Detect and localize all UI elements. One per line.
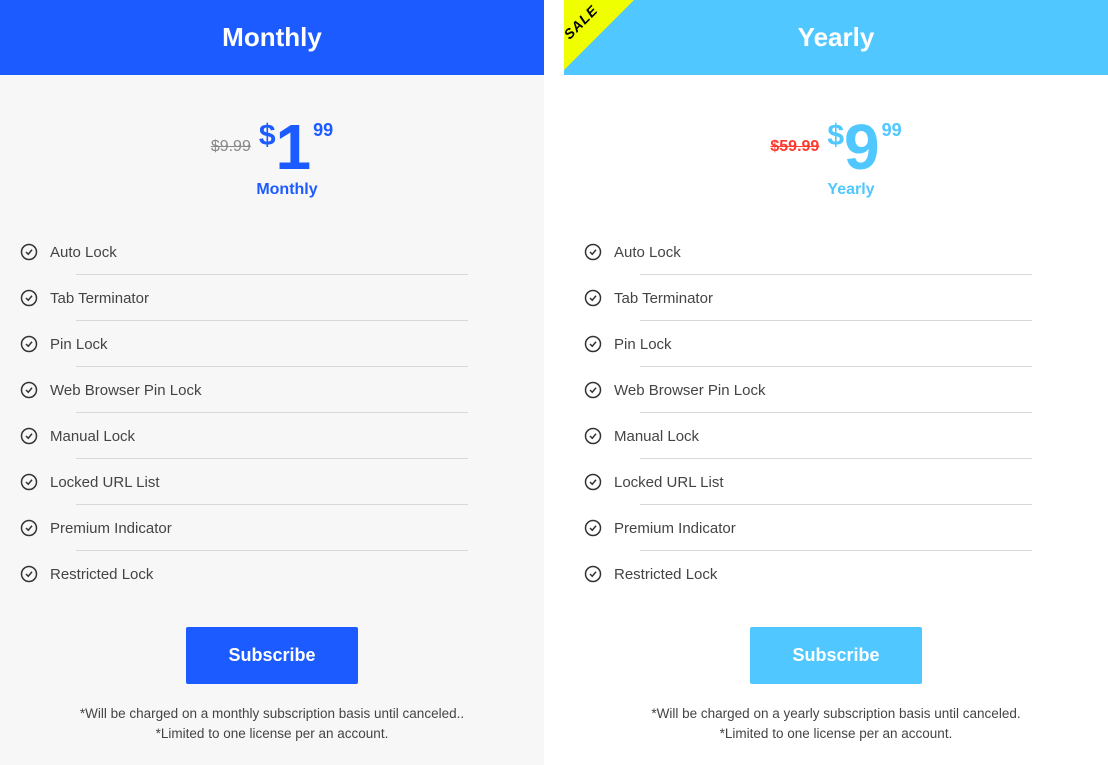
check-circle-icon <box>584 427 602 445</box>
monthly-header: Monthly <box>0 0 544 75</box>
feature-label: Tab Terminator <box>614 290 713 307</box>
feature-item: Restricted Lock <box>584 551 1088 597</box>
yearly-features: Auto Lock Tab Terminator Pin Lock Web Br… <box>564 219 1108 617</box>
price-cents: 99 <box>882 121 902 139</box>
check-circle-icon <box>584 243 602 261</box>
feature-label: Restricted Lock <box>50 566 153 583</box>
yearly-header: Yearly <box>564 0 1108 75</box>
yearly-price-box: $59.99 $ 9 99 Yearly <box>564 75 1108 219</box>
price-amount: 9 <box>844 115 880 179</box>
check-circle-icon <box>584 565 602 583</box>
note-line2: *Limited to one license per an account. <box>156 726 389 741</box>
note-line2: *Limited to one license per an account. <box>720 726 953 741</box>
monthly-plan-card: Monthly $9.99 $ 1 99 Monthly Auto Lock T… <box>0 0 544 765</box>
feature-label: Web Browser Pin Lock <box>50 382 201 399</box>
feature-label: Web Browser Pin Lock <box>614 382 765 399</box>
yearly-note: *Will be charged on a yearly subscriptio… <box>564 704 1108 765</box>
monthly-price: $ 1 99 <box>259 115 333 179</box>
feature-label: Premium Indicator <box>614 520 736 537</box>
feature-item: Web Browser Pin Lock <box>20 367 524 413</box>
check-circle-icon <box>20 335 38 353</box>
feature-item: Manual Lock <box>584 413 1088 459</box>
feature-label: Tab Terminator <box>50 290 149 307</box>
yearly-period: Yearly <box>594 181 1108 199</box>
feature-item: Manual Lock <box>20 413 524 459</box>
feature-label: Locked URL List <box>50 474 160 491</box>
feature-item: Pin Lock <box>584 321 1088 367</box>
monthly-subscribe-wrap: Subscribe <box>0 617 544 704</box>
note-line1: *Will be charged on a yearly subscriptio… <box>651 706 1020 721</box>
check-circle-icon <box>20 243 38 261</box>
feature-item: Auto Lock <box>20 229 524 275</box>
feature-label: Auto Lock <box>614 244 681 261</box>
price-amount: 1 <box>276 115 312 179</box>
monthly-note: *Will be charged on a monthly subscripti… <box>0 704 544 765</box>
feature-item: Auto Lock <box>584 229 1088 275</box>
monthly-subscribe-button[interactable]: Subscribe <box>186 627 357 684</box>
feature-item: Tab Terminator <box>584 275 1088 321</box>
feature-item: Pin Lock <box>20 321 524 367</box>
feature-item: Restricted Lock <box>20 551 524 597</box>
feature-label: Manual Lock <box>50 428 135 445</box>
yearly-subscribe-button[interactable]: Subscribe <box>750 627 921 684</box>
feature-label: Pin Lock <box>50 336 108 353</box>
currency-symbol: $ <box>827 121 844 151</box>
check-circle-icon <box>584 519 602 537</box>
monthly-price-box: $9.99 $ 1 99 Monthly <box>0 75 544 219</box>
feature-item: Premium Indicator <box>20 505 524 551</box>
currency-symbol: $ <box>259 121 276 151</box>
feature-label: Premium Indicator <box>50 520 172 537</box>
feature-item: Locked URL List <box>584 459 1088 505</box>
check-circle-icon <box>584 335 602 353</box>
note-line1: *Will be charged on a monthly subscripti… <box>80 706 464 721</box>
check-circle-icon <box>20 473 38 491</box>
feature-item: Locked URL List <box>20 459 524 505</box>
feature-label: Restricted Lock <box>614 566 717 583</box>
yearly-price: $ 9 99 <box>827 115 901 179</box>
feature-label: Locked URL List <box>614 474 724 491</box>
pricing-container: Monthly $9.99 $ 1 99 Monthly Auto Lock T… <box>0 0 1108 765</box>
feature-item: Web Browser Pin Lock <box>584 367 1088 413</box>
feature-item: Tab Terminator <box>20 275 524 321</box>
yearly-subscribe-wrap: Subscribe <box>564 617 1108 704</box>
monthly-features: Auto Lock Tab Terminator Pin Lock Web Br… <box>0 219 544 617</box>
check-circle-icon <box>20 565 38 583</box>
feature-label: Manual Lock <box>614 428 699 445</box>
check-circle-icon <box>584 289 602 307</box>
check-circle-icon <box>20 289 38 307</box>
feature-item: Premium Indicator <box>584 505 1088 551</box>
feature-label: Pin Lock <box>614 336 672 353</box>
check-circle-icon <box>584 381 602 399</box>
check-circle-icon <box>584 473 602 491</box>
yearly-old-price: $59.99 <box>770 138 819 156</box>
feature-label: Auto Lock <box>50 244 117 261</box>
price-cents: 99 <box>313 121 333 139</box>
monthly-old-price: $9.99 <box>211 138 251 156</box>
check-circle-icon <box>20 519 38 537</box>
check-circle-icon <box>20 381 38 399</box>
check-circle-icon <box>20 427 38 445</box>
yearly-plan-card: SALE Yearly $59.99 $ 9 99 Yearly Auto Lo… <box>564 0 1108 765</box>
monthly-period: Monthly <box>30 181 544 199</box>
